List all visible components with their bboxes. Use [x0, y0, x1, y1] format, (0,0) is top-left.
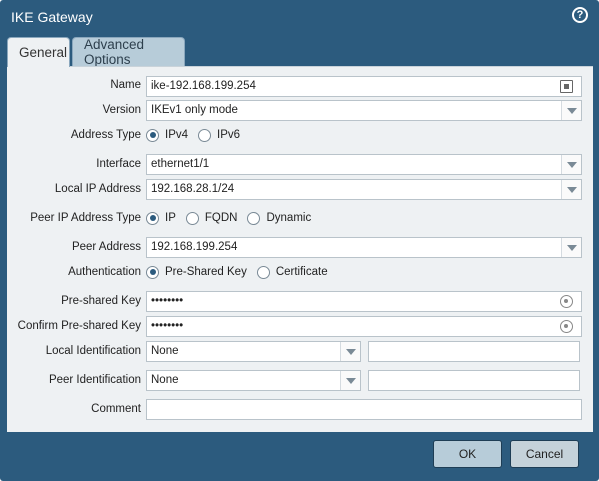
peer-identification-label: Peer Identification [48, 374, 141, 386]
authentication-label: Authentication [68, 266, 141, 278]
radio-checked-icon[interactable] [146, 265, 159, 279]
radio-pre-shared-key[interactable]: Pre-Shared Key [146, 265, 247, 279]
variable-icon[interactable] [560, 80, 573, 93]
chevron-down-icon[interactable] [561, 155, 581, 174]
radio-icon[interactable] [256, 265, 270, 279]
comment-input[interactable] [146, 399, 582, 420]
radio-icon[interactable] [185, 211, 199, 225]
chevron-down-icon[interactable] [340, 342, 360, 361]
peer-address-select[interactable]: 192.168.199.254 [146, 237, 582, 258]
address-type-radios: IPv4 IPv6 [146, 126, 250, 144]
dialog-title: IKE Gateway [11, 9, 93, 25]
authentication-radios: Pre-Shared Key Certificate [146, 263, 338, 281]
local-ip-select[interactable]: 192.168.28.1/24 [146, 179, 582, 200]
preshared-key-label: Pre-shared Key [61, 295, 141, 307]
chevron-down-icon[interactable] [340, 371, 360, 390]
peer-address-value: 192.168.199.254 [151, 241, 238, 253]
comment-label: Comment [91, 403, 141, 415]
radio-ipv6[interactable]: IPv6 [198, 128, 240, 142]
confirm-key-label: Confirm Pre-shared Key [17, 320, 141, 332]
peer-identification-select[interactable]: None [146, 370, 361, 391]
interface-value: ethernet1/1 [151, 158, 210, 170]
local-identification-text[interactable] [368, 341, 580, 362]
radio-dynamic[interactable]: Dynamic [247, 211, 311, 225]
radio-fqdn[interactable]: FQDN [185, 211, 237, 225]
tab-advanced-options[interactable]: Advanced Options [72, 37, 185, 67]
local-ip-label: Local IP Address [54, 183, 141, 195]
peer-ip-type-radios: IP FQDN Dynamic [146, 209, 321, 227]
chevron-down-icon[interactable] [561, 238, 581, 257]
radio-icon[interactable] [247, 211, 261, 225]
chevron-down-icon[interactable] [561, 180, 581, 199]
title-bar: IKE Gateway ? [0, 0, 599, 36]
local-identification-select[interactable]: None [146, 341, 361, 362]
radio-certificate[interactable]: Certificate [256, 265, 328, 279]
radio-checked-icon[interactable] [146, 211, 159, 225]
ok-button[interactable]: OK [433, 440, 502, 468]
peer-ip-type-label: Peer IP Address Type [30, 212, 141, 224]
name-field[interactable]: ike-192.168.199.254 [146, 76, 582, 97]
peer-address-label: Peer Address [71, 241, 141, 253]
reveal-icon[interactable] [560, 320, 573, 333]
address-type-label: Address Type [70, 129, 141, 141]
name-value: ike-192.168.199.254 [151, 80, 256, 92]
reveal-icon[interactable] [560, 295, 573, 308]
general-panel: Name ike-192.168.199.254 Version IKEv1 o… [7, 66, 593, 432]
peer-identification-value: None [151, 374, 179, 386]
name-label: Name [110, 79, 141, 91]
tab-general[interactable]: General [7, 37, 70, 67]
interface-label: Interface [96, 158, 141, 170]
radio-icon[interactable] [198, 128, 212, 142]
help-icon[interactable]: ? [572, 7, 588, 23]
preshared-key-input[interactable]: •••••••• [146, 291, 582, 312]
peer-identification-text[interactable] [368, 370, 580, 391]
cancel-button[interactable]: Cancel [510, 440, 579, 468]
ike-gateway-dialog: IKE Gateway ? General Advanced Options N… [0, 0, 599, 481]
local-identification-value: None [151, 345, 179, 357]
confirm-key-input[interactable]: •••••••• [146, 316, 582, 337]
local-ip-value: 192.168.28.1/24 [151, 183, 235, 195]
radio-ip[interactable]: IP [146, 211, 176, 225]
chevron-down-icon[interactable] [561, 101, 581, 120]
interface-select[interactable]: ethernet1/1 [146, 154, 582, 175]
preshared-key-value: •••••••• [151, 295, 184, 307]
version-label: Version [102, 104, 141, 116]
local-identification-label: Local Identification [45, 345, 141, 357]
confirm-key-value: •••••••• [151, 320, 184, 332]
radio-checked-icon[interactable] [146, 128, 159, 142]
version-value: IKEv1 only mode [151, 104, 238, 116]
radio-ipv4[interactable]: IPv4 [146, 128, 188, 142]
version-select[interactable]: IKEv1 only mode [146, 100, 582, 121]
